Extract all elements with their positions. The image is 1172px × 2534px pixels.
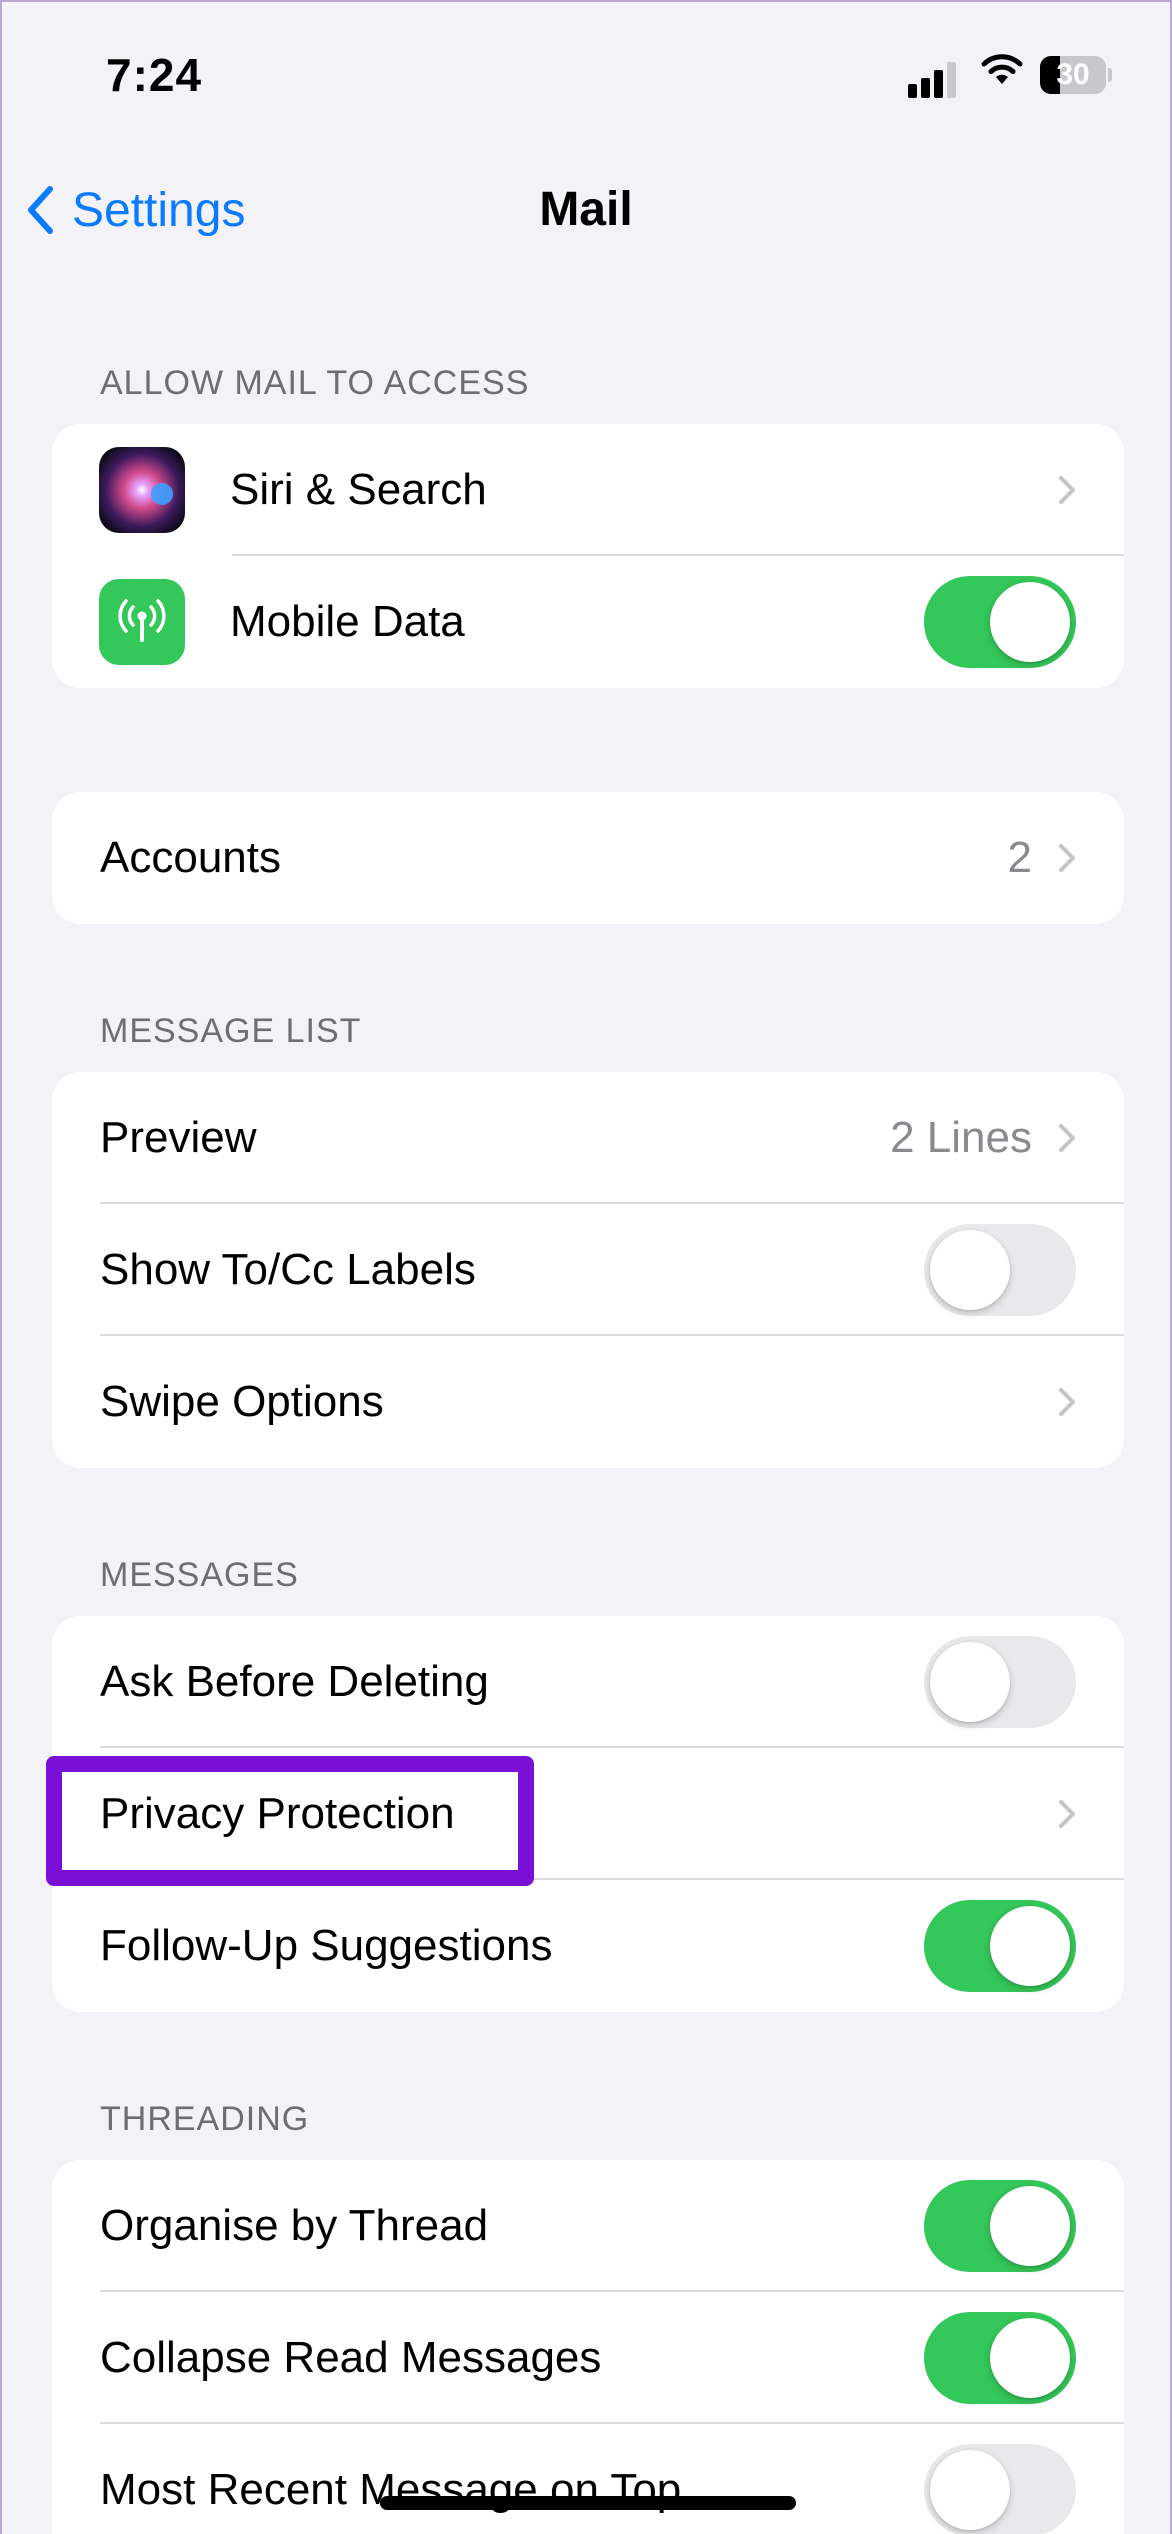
mobile-data-row: Mobile Data — [52, 556, 1124, 688]
chevron-right-icon — [1059, 1800, 1075, 1828]
navigation-bar: Settings Mail — [2, 162, 1170, 252]
cellular-signal-icon — [908, 58, 960, 98]
most-recent-on-top-toggle[interactable] — [924, 2444, 1076, 2534]
siri-search-label: Siri & Search — [230, 465, 487, 514]
chevron-right-icon — [1059, 844, 1075, 872]
section-header-allow-access: ALLOW MAIL TO ACCESS — [100, 364, 530, 402]
collapse-read-messages-row: Collapse Read Messages — [52, 2292, 1124, 2424]
antenna-icon — [99, 579, 185, 665]
ask-before-deleting-row: Ask Before Deleting — [52, 1616, 1124, 1748]
privacy-protection-label: Privacy Protection — [100, 1789, 455, 1838]
preview-row[interactable]: Preview 2 Lines — [52, 1072, 1124, 1204]
battery-level: 30 — [1056, 58, 1090, 91]
show-to-cc-labels-row: Show To/Cc Labels — [52, 1204, 1124, 1336]
privacy-protection-row[interactable]: Privacy Protection — [52, 1748, 1124, 1880]
ask-before-deleting-toggle[interactable] — [924, 1636, 1076, 1728]
threading-group: Organise by Thread Collapse Read Message… — [52, 2160, 1124, 2534]
battery-icon: 30 — [1040, 56, 1112, 94]
organise-by-thread-row: Organise by Thread — [52, 2160, 1124, 2292]
accounts-group: Accounts 2 — [52, 792, 1124, 924]
page-title: Mail — [539, 183, 633, 236]
show-to-cc-labels-label: Show To/Cc Labels — [100, 1245, 476, 1294]
mail-settings-screen: 7:24 30 Settings Mail ALLOW MAIL TO ACCE… — [0, 0, 1172, 2534]
preview-value: 2 Lines — [890, 1113, 1032, 1162]
messages-group: Ask Before Deleting Privacy Protection F… — [52, 1616, 1124, 2012]
home-indicator[interactable] — [380, 2496, 796, 2510]
section-header-threading: THREADING — [100, 2100, 310, 2138]
organise-by-thread-label: Organise by Thread — [100, 2201, 489, 2250]
chevron-right-icon — [1059, 476, 1075, 504]
accounts-label: Accounts — [100, 833, 281, 882]
follow-up-suggestions-toggle[interactable] — [924, 1900, 1076, 1992]
show-to-cc-labels-toggle[interactable] — [924, 1224, 1076, 1316]
accounts-row[interactable]: Accounts 2 — [52, 792, 1124, 924]
follow-up-suggestions-label: Follow-Up Suggestions — [100, 1921, 553, 1970]
section-header-messages: MESSAGES — [100, 1556, 299, 1594]
chevron-right-icon — [1059, 1124, 1075, 1152]
chevron-right-icon — [1059, 1388, 1075, 1416]
section-header-message-list: MESSAGE LIST — [100, 1012, 362, 1050]
allow-access-group: Siri & Search Mobile Data — [52, 424, 1124, 688]
mobile-data-label: Mobile Data — [230, 597, 465, 646]
mobile-data-toggle[interactable] — [924, 576, 1076, 668]
ask-before-deleting-label: Ask Before Deleting — [100, 1657, 489, 1706]
organise-by-thread-toggle[interactable] — [924, 2180, 1076, 2272]
siri-icon — [99, 447, 185, 533]
status-bar: 7:24 30 — [2, 2, 1170, 152]
swipe-options-row[interactable]: Swipe Options — [52, 1336, 1124, 1468]
most-recent-on-top-row: Most Recent Message on Top — [52, 2424, 1124, 2534]
status-time: 7:24 — [106, 49, 203, 101]
collapse-read-messages-toggle[interactable] — [924, 2312, 1076, 2404]
accounts-count: 2 — [1007, 833, 1032, 882]
collapse-read-messages-label: Collapse Read Messages — [100, 2333, 602, 2382]
follow-up-suggestions-row: Follow-Up Suggestions — [52, 1880, 1124, 2012]
swipe-options-label: Swipe Options — [100, 1377, 384, 1426]
preview-label: Preview — [100, 1113, 257, 1162]
siri-search-row[interactable]: Siri & Search — [52, 424, 1124, 556]
message-list-group: Preview 2 Lines Show To/Cc Labels Swipe … — [52, 1072, 1124, 1468]
wifi-icon — [980, 54, 1024, 94]
